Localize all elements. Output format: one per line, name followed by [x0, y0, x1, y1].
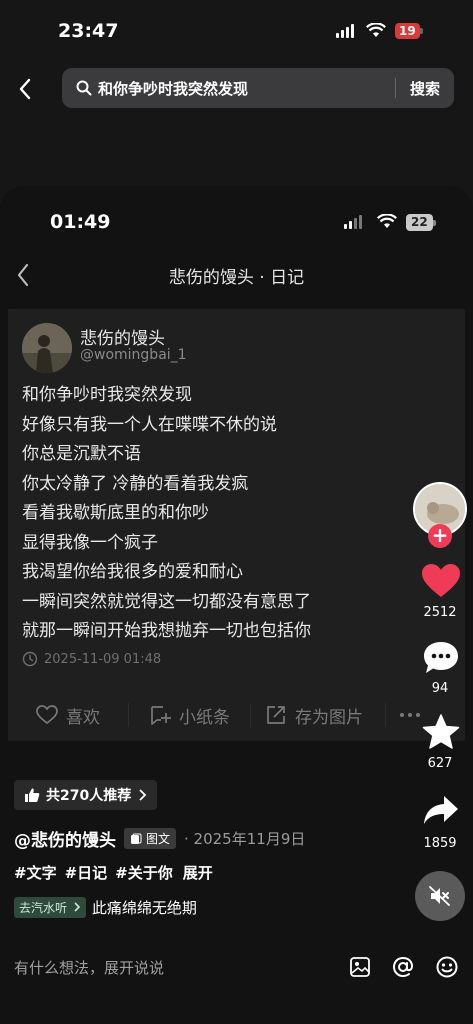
author-avatar[interactable] — [22, 323, 72, 373]
recommend-pill[interactable]: 共270人推荐 — [14, 780, 158, 810]
diary-line: 我渴望你给我很多的爱和耐心 — [22, 562, 243, 582]
post-date: · 2025年11月9日 — [184, 830, 306, 848]
share-icon[interactable] — [423, 795, 459, 825]
chevron-right-icon — [139, 789, 147, 801]
emoji-icon[interactable] — [435, 955, 459, 979]
post-author-name[interactable]: @悲伤的馒头 — [14, 826, 116, 851]
diary-line: 看着我歇斯底里的和你吵 — [22, 503, 209, 523]
music-title: 此痛绵绵无绝期 — [91, 899, 197, 917]
author-line: @悲伤的馒头 图文 · 2025年11月9日 — [14, 826, 305, 851]
status-time: 23:47 — [58, 20, 119, 42]
follow-button[interactable]: + — [428, 524, 452, 548]
avatar-image — [22, 323, 72, 373]
like-count: 2512 — [423, 605, 457, 620]
favorite-count: 627 — [427, 756, 453, 771]
search-divider — [394, 78, 396, 98]
comment-count: 94 — [431, 681, 449, 696]
music-app-label: 去汽水听 — [19, 901, 68, 915]
post-time-text: 2025-11-09 01:48 — [44, 651, 162, 667]
like-card-label: 喜欢 — [66, 707, 100, 728]
diary-text: 和你争吵时我突然发现 好像只有我一个人在喋喋不休的说 你总是沉默不语 你太冷静了… — [22, 381, 442, 647]
divider — [250, 703, 251, 727]
diary-line: 就那一瞬间开始我想抛弃一切也包括你 — [22, 621, 311, 641]
card-action-bar: 喜欢 小纸条 存为图片 — [8, 689, 465, 741]
like-card-button[interactable]: 喜欢 — [36, 703, 100, 728]
speaker-muted-icon — [429, 886, 450, 906]
save-image-label: 存为图片 — [295, 707, 363, 728]
divider — [385, 703, 386, 727]
more-icon[interactable] — [400, 713, 420, 717]
search-input[interactable]: 和你争吵时我突然发现 — [98, 78, 395, 99]
thumbs-up-icon — [25, 788, 40, 802]
inner-wifi-icon — [377, 214, 397, 228]
cellular-signal-icon — [336, 24, 354, 38]
share-count: 1859 — [423, 836, 457, 851]
diary-line: 你太冷静了 冷静的看着我发疯 — [22, 473, 249, 494]
comment-bar: 有什么想法，展开说说 — [0, 938, 473, 996]
share-out-icon — [267, 706, 285, 724]
image-text-badge: 图文 — [124, 828, 177, 849]
note-button[interactable]: 小纸条 — [149, 703, 230, 728]
at-mention-icon[interactable] — [391, 955, 415, 979]
battery-indicator: 19 — [395, 23, 423, 39]
heart-outline-icon — [36, 705, 58, 725]
heart-icon[interactable] — [421, 563, 461, 599]
diary-line: 好像只有我一个人在喋喋不休的说 — [22, 414, 277, 435]
recommend-text: 共270人推荐 — [46, 788, 132, 804]
search-button[interactable]: 搜索 — [410, 78, 440, 99]
diary-line: 和你争吵时我突然发现 — [22, 385, 192, 405]
inner-battery-level: 22 — [406, 214, 433, 231]
inner-cellular-signal-icon — [344, 215, 362, 229]
hashtag[interactable]: #文字 — [14, 862, 57, 883]
card-author-name[interactable]: 悲伤的馒头 — [80, 324, 165, 349]
inner-status-time: 01:49 — [50, 211, 111, 233]
inner-battery-indicator: 22 — [406, 214, 436, 231]
comment-input[interactable]: 有什么想法，展开说说 — [14, 957, 329, 978]
expand-link[interactable]: 展开 — [183, 862, 213, 883]
note-add-icon — [151, 706, 171, 725]
search-bar[interactable]: 和你争吵时我突然发现 搜索 — [62, 68, 454, 108]
nav-title: 悲伤的馒头 · 日记 — [168, 268, 305, 288]
mute-button[interactable] — [415, 871, 465, 921]
tags-line: #文字 #日记 #关于你 展开 — [14, 862, 213, 883]
divider — [128, 703, 129, 727]
post-time: 2025-11-09 01:48 — [22, 651, 161, 667]
diary-line: 一瞬间突然就觉得这一切都没有意思了 — [22, 591, 311, 612]
hashtag[interactable]: #日记 — [65, 862, 108, 883]
search-icon — [76, 80, 92, 96]
battery-level: 19 — [395, 23, 420, 39]
image-icon[interactable] — [349, 956, 371, 978]
card-author-handle: @womingbai_1 — [80, 347, 187, 363]
diary-line: 你总是沉默不语 — [22, 444, 141, 464]
diary-card: 悲伤的馒头 @womingbai_1 和你争吵时我突然发现 好像只有我一个人在喋… — [8, 309, 465, 741]
image-text-icon — [131, 833, 142, 844]
music-line[interactable]: 去汽水听 此痛绵绵无绝期 — [14, 897, 197, 918]
back-icon[interactable] — [18, 78, 32, 100]
music-app-badge[interactable]: 去汽水听 — [14, 897, 86, 918]
image-text-label: 图文 — [146, 832, 171, 846]
wifi-icon — [366, 23, 386, 37]
hashtag[interactable]: #关于你 — [115, 862, 173, 883]
star-icon[interactable] — [422, 714, 460, 750]
chevron-right-icon — [74, 902, 80, 912]
clock-icon — [22, 651, 38, 667]
comment-icon[interactable] — [422, 640, 460, 676]
diary-line: 显得我像一个疯子 — [22, 532, 158, 553]
post-viewer: 01:49 22 悲伤的馒头 · 日记 悲伤的馒头 @womingbai_1 和… — [0, 186, 473, 1024]
save-image-button[interactable]: 存为图片 — [265, 703, 363, 728]
note-label: 小纸条 — [179, 707, 230, 728]
